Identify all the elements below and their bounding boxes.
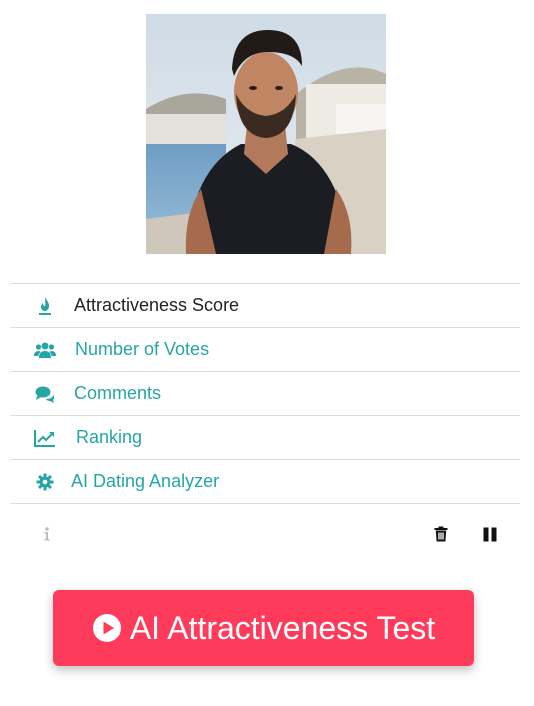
photo-toolbar (11, 516, 520, 552)
menu-label-number-of-votes: Number of Votes (75, 339, 210, 359)
profile-photo (146, 14, 386, 254)
menu-label-attractiveness-score: Attractiveness Score (74, 295, 240, 315)
menu-label-ranking: Ranking (76, 427, 143, 447)
trash-icon[interactable] (431, 524, 451, 544)
comments-icon (33, 384, 57, 404)
profile-menu: Attractiveness Score Number of Votes Com… (11, 283, 520, 504)
menu-item-ai-dating-analyzer[interactable]: AI Dating Analyzer (11, 460, 520, 504)
pause-icon[interactable] (480, 524, 500, 544)
gear-icon (33, 472, 57, 492)
info-icon[interactable] (37, 524, 57, 544)
chart-line-icon (33, 428, 57, 448)
menu-item-ranking[interactable]: Ranking (11, 416, 520, 460)
menu-label-ai-dating-analyzer: AI Dating Analyzer (71, 471, 220, 491)
menu-item-comments[interactable]: Comments (11, 372, 520, 416)
cta-label: AI Attractiveness Test (129, 609, 436, 646)
flame-icon (33, 296, 57, 316)
play-circle-icon (92, 613, 122, 643)
ai-attractiveness-test-button[interactable]: AI Attractiveness Test (53, 590, 474, 666)
users-icon (33, 340, 57, 360)
menu-label-comments: Comments (74, 383, 162, 403)
menu-item-attractiveness-score[interactable]: Attractiveness Score (11, 284, 520, 328)
menu-item-number-of-votes[interactable]: Number of Votes (11, 328, 520, 372)
page: Attractiveness Score Number of Votes Com… (0, 0, 534, 706)
